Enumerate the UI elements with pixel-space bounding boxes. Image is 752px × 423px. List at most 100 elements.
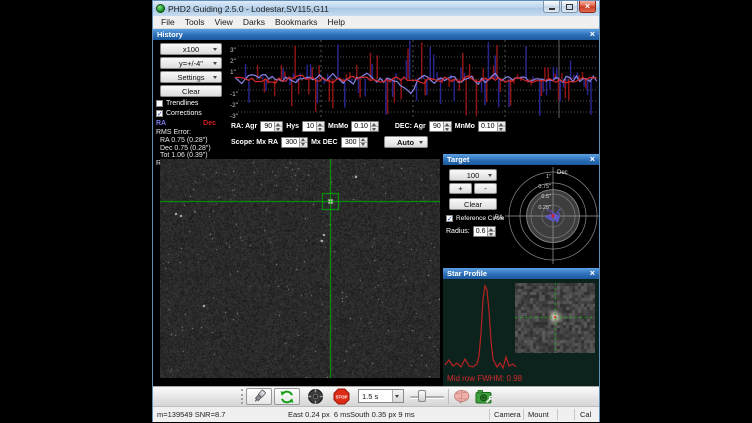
statusbar-separator	[523, 409, 524, 420]
window-buttons: ×	[543, 1, 596, 13]
checkbox-checked[interactable]: ✓	[446, 215, 453, 222]
target-zoom-in-button[interactable]: +	[449, 183, 472, 194]
star-profile-panel: Star Profile × Mid row FWHM: 0.98	[443, 268, 599, 386]
history-panel-header: History ×	[153, 29, 599, 40]
dec-agr-label: DEC: Agr	[395, 123, 426, 130]
checkbox-checked[interactable]: ✓	[156, 110, 163, 117]
scale-dropdown[interactable]: x100	[160, 43, 222, 55]
guide-target-icon	[307, 388, 324, 405]
history-clear-button[interactable]: Clear	[160, 85, 222, 97]
stop-button[interactable]: STOP	[329, 388, 353, 405]
toolbar-grip	[241, 389, 243, 404]
dec-mnmo-spinner[interactable]: 0.10	[478, 121, 506, 132]
maximize-button[interactable]	[561, 1, 578, 13]
close-button[interactable]: ×	[579, 1, 596, 13]
loop-exposures-button[interactable]	[274, 388, 300, 405]
minus-icon: -	[484, 184, 487, 193]
ra-agr-spinner[interactable]: 90	[260, 121, 283, 132]
menu-item-tools[interactable]: Tools	[180, 17, 210, 27]
y-axis-label: -3"	[230, 113, 239, 120]
star-profile-header: Star Profile ×	[443, 268, 599, 279]
dec-mode-dropdown[interactable]: Auto	[384, 136, 428, 148]
chevron-down-icon	[488, 174, 492, 177]
titlebar: PHD2 Guiding 2.5.0 - Lodestar,SV115,G11 …	[153, 1, 599, 16]
slider-thumb[interactable]	[418, 390, 426, 402]
yrange-dropdown-value: y=+/-4"	[179, 59, 203, 68]
target-zoom-out-button[interactable]: -	[474, 183, 497, 194]
spin-down-icon[interactable]	[371, 126, 378, 131]
radius-value: 0.6	[474, 227, 488, 236]
exposure-select[interactable]: 1.5 s	[358, 389, 404, 403]
scope-label: Scope: Mx RA	[231, 139, 278, 146]
corrections-checkbox[interactable]: ✓ Corrections	[156, 110, 229, 117]
chevron-down-icon	[213, 48, 217, 51]
radius-label: Radius:	[446, 228, 470, 235]
stop-label: STOP	[335, 394, 347, 399]
ra-agr-label: RA: Agr	[231, 123, 257, 130]
y-axis-label: -1"	[230, 91, 239, 98]
trendlines-checkbox[interactable]: Trendlines	[156, 100, 229, 107]
status-cal: Cal	[580, 410, 591, 419]
reference-circle-checkbox[interactable]: ✓ Reference Circle	[446, 215, 507, 222]
advanced-settings-button[interactable]	[451, 388, 473, 405]
minimize-button[interactable]	[543, 1, 560, 13]
history-close-icon[interactable]: ×	[590, 30, 595, 39]
clear-button-label: Clear	[182, 87, 200, 96]
spin-down-icon[interactable]	[488, 231, 495, 236]
dec-agr-spinner[interactable]: 90	[429, 121, 452, 132]
corrections-label: Corrections	[166, 110, 202, 117]
menu-item-help[interactable]: Help	[323, 17, 350, 27]
hys-spinner[interactable]: 10	[302, 121, 325, 132]
menu-item-darks[interactable]: Darks	[238, 17, 270, 27]
stop-icon: STOP	[333, 388, 350, 405]
settings-dropdown[interactable]: Settings	[160, 71, 222, 83]
yrange-dropdown[interactable]: y=+/-4"	[160, 57, 222, 69]
camera-settings-button[interactable]	[473, 388, 495, 405]
plus-icon: +	[458, 184, 462, 193]
menubar: File Tools View Darks Bookmarks Help	[153, 16, 599, 29]
target-zoom-value: 100	[467, 171, 480, 180]
combo-arrow-button[interactable]	[392, 390, 403, 402]
spin-down-icon[interactable]	[498, 126, 505, 131]
status-mount: Mount	[528, 410, 549, 419]
target-close-icon[interactable]: ×	[590, 155, 595, 164]
spin-down-icon[interactable]	[275, 126, 282, 131]
chevron-down-icon	[395, 395, 399, 398]
chevron-down-icon	[419, 141, 423, 144]
menu-item-bookmarks[interactable]: Bookmarks	[270, 17, 323, 27]
guide-button[interactable]	[303, 388, 327, 405]
scale-dropdown-value: x100	[183, 45, 199, 54]
target-zoom-dropdown[interactable]: 100	[449, 169, 497, 181]
window-title: PHD2 Guiding 2.5.0 - Lodestar,SV115,G11	[168, 4, 329, 14]
spin-down-icon[interactable]	[360, 142, 367, 147]
status-mass-snr: m=139549 SNR=8.7	[157, 410, 225, 419]
target-panel-header: Target ×	[443, 154, 599, 165]
menu-item-file[interactable]: File	[156, 17, 180, 27]
exposure-slider[interactable]	[410, 387, 444, 406]
mx-dec-spinner[interactable]: 300	[341, 137, 368, 148]
ra-mnmo-label: MnMo	[328, 123, 348, 130]
ring-label: 0.25"	[538, 205, 551, 211]
connect-equipment-button[interactable]	[246, 388, 272, 405]
target-clear-button[interactable]: Clear	[449, 198, 497, 210]
exposure-value: 1.5 s	[359, 392, 392, 401]
star-profile-close-icon[interactable]: ×	[590, 269, 595, 278]
settings-dropdown-value: Settings	[177, 73, 204, 82]
checkbox-unchecked[interactable]	[156, 100, 163, 107]
guide-camera-image[interactable]	[160, 159, 440, 378]
status-camera: Camera	[494, 410, 521, 419]
radius-spinner[interactable]: 0.6	[473, 226, 497, 237]
slider-track[interactable]	[410, 396, 444, 398]
mx-ra-spinner[interactable]: 300	[281, 137, 308, 148]
menu-item-view[interactable]: View	[210, 17, 238, 27]
spin-down-icon[interactable]	[444, 126, 451, 131]
usb-connector-icon	[252, 389, 267, 404]
history-panel: History × x100 y=+/-4" Settings Clear Tr…	[153, 29, 599, 155]
trendlines-label: Trendlines	[166, 100, 198, 107]
dec-agr-value: 90	[430, 122, 443, 131]
spin-down-icon[interactable]	[300, 142, 307, 147]
chevron-down-icon	[213, 76, 217, 79]
spin-down-icon[interactable]	[317, 126, 324, 131]
ra-mnmo-spinner[interactable]: 0.10	[351, 121, 379, 132]
target-panel-title: Target	[447, 155, 469, 164]
